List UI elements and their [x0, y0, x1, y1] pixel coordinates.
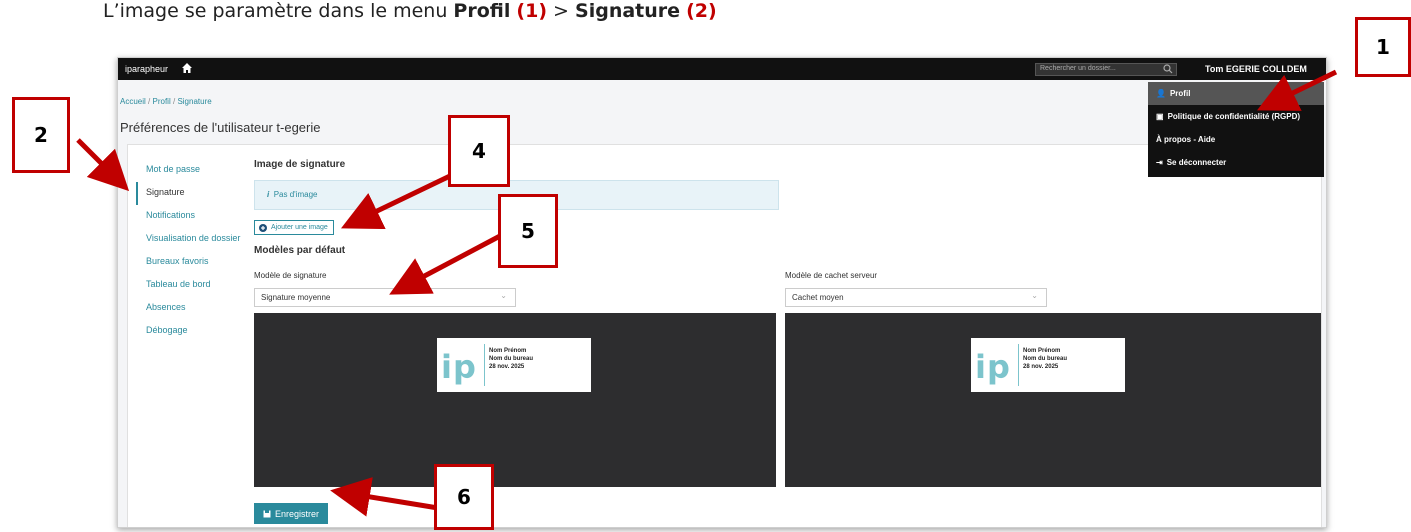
menu-item-logout[interactable]: ⇥ Se déconnecter: [1148, 151, 1324, 174]
page-title: Préférences de l'utilisateur t-egerie: [120, 120, 321, 135]
caption-num-1: (1): [516, 0, 548, 22]
caption-prefix: L’image se paramètre dans le menu: [103, 0, 454, 22]
sidebar-item-password[interactable]: Mot de passe: [136, 159, 246, 182]
plus-circle-icon: [259, 223, 267, 232]
sidebar-item-signature[interactable]: Signature: [136, 182, 246, 205]
home-icon[interactable]: [181, 62, 193, 74]
caption-menu-profil: Profil: [453, 0, 511, 22]
menu-logout-label: Se déconnecter: [1166, 158, 1227, 167]
card-name: Nom Prénom: [489, 348, 527, 354]
caption-separator: >: [547, 0, 576, 22]
logout-icon: ⇥: [1156, 158, 1163, 167]
signature-image-heading: Image de signature: [254, 159, 346, 170]
breadcrumb-home[interactable]: Accueil: [120, 97, 146, 106]
sidebar-item-absences[interactable]: Absences: [136, 297, 246, 320]
signature-model-value: Signature moyenne: [261, 293, 331, 302]
menu-item-profil[interactable]: 👤 Profil: [1148, 82, 1324, 105]
signature-preview-card: ip Nom Prénom Nom du bureau 28 nov. 2025: [437, 338, 591, 392]
signature-preview: ip Nom Prénom Nom du bureau 28 nov. 2025: [254, 313, 776, 487]
preferences-sidebar: Mot de passe Signature Notifications Vis…: [136, 159, 246, 343]
brand-link[interactable]: iparapheur: [125, 64, 168, 74]
chevron-down-icon: ⌄: [1031, 291, 1038, 300]
search-icon[interactable]: [1163, 64, 1173, 74]
signature-model-label: Modèle de signature: [254, 271, 327, 280]
signature-model-select[interactable]: Signature moyenne ⌄: [254, 288, 516, 307]
breadcrumb-profil[interactable]: Profil: [153, 97, 171, 106]
search-input[interactable]: Rechercher un dossier...: [1035, 63, 1177, 76]
callout-4: 4: [448, 115, 510, 187]
card-desk: Nom du bureau: [1023, 356, 1068, 362]
breadcrumb-signature: Signature: [177, 97, 212, 106]
caption-text: L’image se paramètre dans le menu Profil…: [103, 0, 717, 22]
user-icon: 👤: [1156, 89, 1166, 98]
arrow-2: [76, 138, 130, 192]
menu-about-label: À propos - Aide: [1156, 135, 1216, 144]
sidebar-item-debug[interactable]: Débogage: [136, 320, 246, 343]
preferences-panel: Mot de passe Signature Notifications Vis…: [127, 144, 1322, 527]
stamp-preview: ip Nom Prénom Nom du bureau 28 nov. 2025: [785, 313, 1321, 487]
save-button[interactable]: Enregistrer: [254, 503, 329, 524]
chevron-down-icon: ⌄: [500, 291, 507, 300]
breadcrumb: Accueil / Profil / Signature: [120, 97, 212, 106]
privacy-icon: ▣: [1156, 112, 1164, 121]
caption-num-2: (2): [686, 0, 717, 22]
stamp-model-label: Modèle de cachet serveur: [785, 271, 878, 280]
stamp-model-value: Cachet moyen: [792, 293, 844, 302]
menu-profil-label: Profil: [1169, 89, 1191, 98]
card-text: Nom Prénom Nom du bureau 28 nov. 2025: [1023, 347, 1067, 371]
add-image-button[interactable]: Ajouter une image: [254, 220, 334, 235]
menu-item-about[interactable]: À propos - Aide: [1148, 128, 1324, 151]
sidebar-item-dashboard[interactable]: Tableau de bord: [136, 274, 246, 297]
user-menu-toggle[interactable]: Tom EGERIE COLLDEM: [1205, 64, 1307, 74]
app-screenshot: iparapheur Rechercher un dossier... Tom …: [117, 57, 1327, 528]
user-dropdown-menu: 👤 Profil ▣ Politique de confidentialité (R…: [1148, 82, 1324, 177]
sidebar-item-notifications[interactable]: Notifications: [136, 205, 246, 228]
sidebar-item-folder-view[interactable]: Visualisation de dossier: [136, 228, 246, 251]
callout-1: 1: [1355, 17, 1411, 77]
floppy-disk-icon: [263, 510, 271, 517]
no-image-text: Pas d'image: [273, 190, 318, 199]
menu-item-privacy[interactable]: ▣ Politique de confidentialité (RGPD): [1148, 105, 1324, 128]
menu-privacy-label: Politique de confidentialité (RGPD): [1167, 112, 1301, 121]
card-name: Nom Prénom: [1023, 348, 1061, 354]
tutorial-figure: L’image se paramètre dans le menu Profil…: [0, 0, 1411, 532]
card-text: Nom Prénom Nom du bureau 28 nov. 2025: [489, 347, 533, 371]
card-date: 28 nov. 2025: [489, 364, 525, 370]
stamp-model-select[interactable]: Cachet moyen ⌄: [785, 288, 1047, 307]
callout-2: 2: [12, 97, 70, 173]
save-label: Enregistrer: [275, 508, 320, 519]
card-desk: Nom du bureau: [489, 356, 534, 362]
callout-5: 5: [498, 194, 558, 268]
stamp-preview-card: ip Nom Prénom Nom du bureau 28 nov. 2025: [971, 338, 1125, 392]
default-models-heading: Modèles par défaut: [254, 245, 346, 256]
sidebar-item-favorite-desks[interactable]: Bureaux favoris: [136, 251, 246, 274]
card-date: 28 nov. 2025: [1023, 364, 1059, 370]
search-placeholder: Rechercher un dossier...: [1040, 65, 1116, 72]
ip-logo: ip: [441, 348, 477, 386]
caption-menu-signature: Signature: [575, 0, 681, 22]
ip-logo: ip: [975, 348, 1011, 386]
info-icon: i: [267, 190, 270, 199]
add-image-label: Ajouter une image: [271, 224, 328, 231]
callout-6: 6: [434, 464, 494, 530]
top-navbar: iparapheur Rechercher un dossier... Tom …: [118, 58, 1326, 80]
